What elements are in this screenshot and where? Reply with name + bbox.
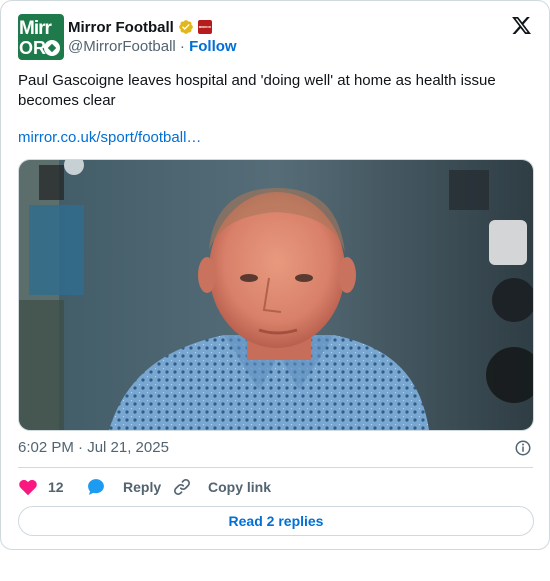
follow-button[interactable]: Follow [189, 38, 237, 55]
read-replies-button[interactable]: Read 2 replies [18, 506, 534, 536]
football-icon [44, 40, 60, 56]
avatar-logo-text-bottom: OR [19, 38, 46, 58]
embedded-tweet-card: Mirr OR Mirror Football MIRROR @MirrorFo… [0, 0, 550, 550]
tweet-timestamp[interactable]: 6:02 PM · Jul 21, 2025 [18, 438, 169, 457]
like-button[interactable]: 12 [18, 477, 64, 497]
author-display-name[interactable]: Mirror Football [68, 19, 174, 36]
author-name-row: Mirror Football MIRROR [68, 18, 212, 36]
affiliate-badge: MIRROR [197, 20, 212, 34]
tweet-photo[interactable] [18, 159, 534, 431]
read-replies-label: Read 2 replies [228, 513, 324, 529]
speech-bubble-icon [88, 479, 104, 495]
info-icon[interactable] [514, 439, 532, 457]
link-icon [173, 478, 191, 496]
author-handle[interactable]: @MirrorFootball [68, 38, 176, 55]
heart-icon [19, 479, 37, 496]
copy-link-button[interactable]: Copy link [172, 477, 271, 497]
tweet-link[interactable]: mirror.co.uk/sport/football… [18, 128, 201, 148]
verified-badge-icon [178, 20, 193, 34]
copy-link-label: Copy link [208, 479, 272, 495]
reply-label: Reply [123, 479, 162, 495]
avatar-logo-text-top: Mirr [19, 18, 52, 39]
like-count: 12 [48, 479, 64, 495]
author-handle-row: @MirrorFootball · Follow [68, 38, 237, 56]
avatar[interactable]: Mirr OR [18, 14, 64, 60]
divider [18, 467, 533, 468]
x-logo-icon[interactable] [510, 15, 533, 36]
handle-separator: · [179, 38, 185, 55]
affiliate-badge-text: MIRROR [198, 25, 211, 29]
tweet-text: Paul Gascoigne leaves hospital and 'doin… [18, 72, 496, 109]
reply-button[interactable]: Reply [86, 477, 161, 497]
